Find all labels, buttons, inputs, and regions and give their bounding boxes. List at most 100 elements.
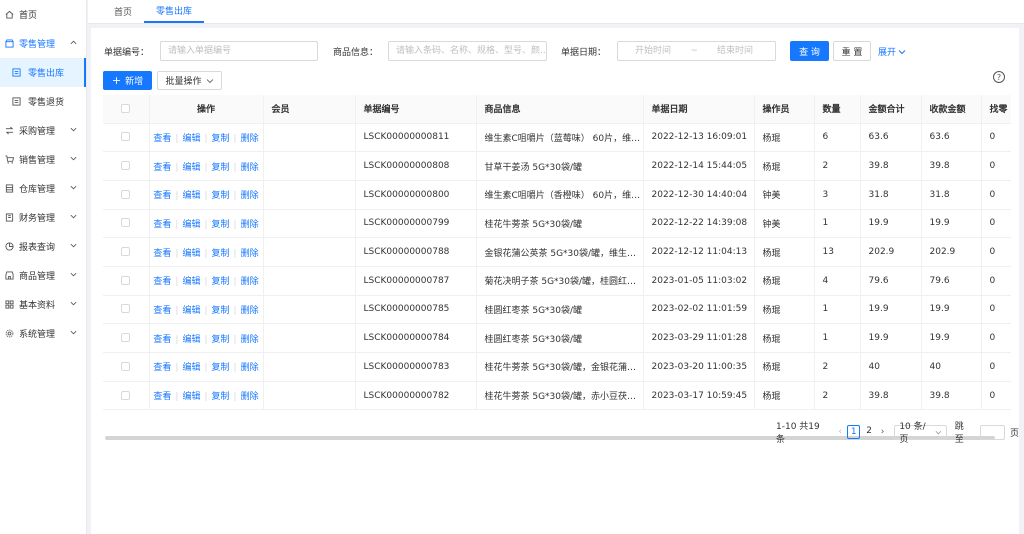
expand-link[interactable]: 展开	[878, 45, 906, 58]
view-link[interactable]: 查看	[153, 134, 171, 144]
copy-link[interactable]: 复制	[212, 220, 230, 230]
row-checkbox[interactable]	[103, 180, 150, 210]
tab-home[interactable]: 首页	[102, 0, 144, 23]
sidebar-item-basic[interactable]: 基本资料	[0, 290, 86, 319]
table-row[interactable]: 查看 | 编辑 | 复制 | 删除 LSCK00000000799 桂花牛蒡茶 5G*30袋/罐…	[103, 209, 1011, 239]
sidebar-item-goods[interactable]: 商品管理	[0, 261, 86, 290]
delete-link[interactable]: 删除	[241, 249, 259, 259]
query-button[interactable]: 查 询	[790, 41, 829, 61]
row-checkbox[interactable]	[103, 295, 150, 325]
column-header: 操作	[149, 95, 264, 124]
edit-link[interactable]: 编辑	[182, 335, 200, 345]
cell-paid: 19.9	[921, 295, 982, 325]
select-all-checkbox[interactable]	[103, 95, 150, 124]
delete-link[interactable]: 删除	[241, 191, 259, 201]
row-checkbox[interactable]	[103, 266, 150, 296]
edit-link[interactable]: 编辑	[182, 306, 200, 316]
view-link[interactable]: 查看	[153, 306, 171, 316]
date-end: 结束时间	[716, 46, 753, 56]
delete-link[interactable]: 删除	[241, 163, 259, 173]
delete-link[interactable]: 删除	[241, 363, 259, 373]
sidebar-item-purchase[interactable]: 采购管理	[0, 116, 86, 145]
copy-link[interactable]: 复制	[212, 134, 230, 144]
edit-link[interactable]: 编辑	[182, 191, 200, 201]
edit-link[interactable]: 编辑	[182, 277, 200, 287]
edit-link[interactable]: 编辑	[182, 392, 200, 402]
delete-link[interactable]: 删除	[241, 134, 259, 144]
row-checkbox[interactable]	[103, 237, 150, 267]
row-checkbox[interactable]	[103, 323, 150, 353]
row-checkbox[interactable]	[103, 381, 150, 411]
edit-link[interactable]: 编辑	[182, 249, 200, 259]
row-checkbox[interactable]	[103, 123, 150, 153]
batch-operation-button[interactable]: 批量操作	[157, 71, 222, 90]
cell-no: LSCK00000000787	[355, 266, 477, 296]
copy-link[interactable]: 复制	[212, 335, 230, 345]
view-link[interactable]: 查看	[153, 249, 171, 259]
view-link[interactable]: 查看	[153, 220, 171, 230]
delete-link[interactable]: 删除	[241, 335, 259, 345]
prev-page-icon[interactable]: ‹	[834, 427, 845, 437]
sidebar-item-finance[interactable]: 财务管理	[0, 203, 86, 232]
chevron-down-icon	[70, 156, 77, 161]
table-row[interactable]: 查看 | 编辑 | 复制 | 删除 LSCK00000000782 桂花牛蒡茶 5G*30袋/罐…	[103, 381, 1011, 411]
table-row[interactable]: 查看 | 编辑 | 复制 | 删除 LSCK00000000800 维生素C咀嚼片（香橙味） 6…	[103, 180, 1011, 210]
table-row[interactable]: 查看 | 编辑 | 复制 | 删除 LSCK00000000785 桂圆红枣茶 5G*30袋/罐…	[103, 295, 1011, 325]
table-row[interactable]: 查看 | 编辑 | 复制 | 删除 LSCK00000000783 桂花牛蒡茶 5G*30袋/罐…	[103, 352, 1011, 382]
table-row[interactable]: 查看 | 编辑 | 复制 | 删除 LSCK00000000808 甘草干姜汤 5G*30袋/罐…	[103, 151, 1011, 181]
delete-link[interactable]: 删除	[241, 306, 259, 316]
sidebar-item-retail-out[interactable]: 零售出库	[0, 58, 86, 87]
sidebar-item-home[interactable]: 首页	[0, 0, 86, 29]
date-range-picker[interactable]: 开始时间 ~ 结束时间	[617, 41, 776, 61]
sidebar-item-reports[interactable]: 报表查询	[0, 232, 86, 261]
table-row[interactable]: 查看 | 编辑 | 复制 | 删除 LSCK00000000811 维生素C咀嚼片（蓝莓味） 6…	[103, 123, 1011, 153]
expand-label: 展开	[878, 48, 897, 58]
view-link[interactable]: 查看	[153, 163, 171, 173]
sidebar-item-warehouse[interactable]: 仓库管理	[0, 174, 86, 203]
sidebar-item-system[interactable]: 系统管理	[0, 319, 86, 348]
cell-paid: 63.6	[921, 123, 982, 153]
view-link[interactable]: 查看	[153, 363, 171, 373]
row-checkbox[interactable]	[103, 352, 150, 382]
sidebar-item-sales[interactable]: 销售管理	[0, 145, 86, 174]
doc-no-input[interactable]: 请输入单据编号	[160, 41, 318, 61]
view-link[interactable]: 查看	[153, 392, 171, 402]
tab-retail-out[interactable]: 零售出库	[144, 0, 205, 23]
edit-link[interactable]: 编辑	[182, 163, 200, 173]
next-page-icon[interactable]: ›	[877, 427, 888, 437]
row-checkbox[interactable]	[103, 151, 150, 181]
copy-link[interactable]: 复制	[212, 306, 230, 316]
delete-link[interactable]: 删除	[241, 220, 259, 230]
page-size-select[interactable]: 10 条/页	[894, 422, 947, 445]
jump-page-input[interactable]	[980, 424, 1005, 440]
delete-link[interactable]: 删除	[241, 392, 259, 402]
copy-link[interactable]: 复制	[212, 363, 230, 373]
table-row[interactable]: 查看 | 编辑 | 复制 | 删除 LSCK00000000788 金银花蒲公英茶 5G*30袋…	[103, 237, 1011, 267]
edit-link[interactable]: 编辑	[182, 363, 200, 373]
copy-link[interactable]: 复制	[212, 191, 230, 201]
view-link[interactable]: 查看	[153, 335, 171, 345]
page-1-button[interactable]: 1	[846, 425, 861, 439]
copy-link[interactable]: 复制	[212, 163, 230, 173]
reset-button[interactable]: 重 置	[833, 41, 871, 61]
copy-link[interactable]: 复制	[212, 277, 230, 287]
add-button[interactable]: + 新增	[103, 71, 152, 90]
table-row[interactable]: 查看 | 编辑 | 复制 | 删除 LSCK00000000787 菊花决明子茶 5G*30袋/…	[103, 266, 1011, 296]
sidebar-item-retail-return[interactable]: 零售退货	[0, 87, 86, 116]
view-link[interactable]: 查看	[153, 277, 171, 287]
edit-link[interactable]: 编辑	[182, 220, 200, 230]
goods-info-input[interactable]: 请输入条码、名称、规格、型号、颜...	[388, 41, 547, 61]
help-icon[interactable]: ?	[993, 71, 1005, 83]
row-checkbox[interactable]	[103, 209, 150, 239]
row-actions: 查看 | 编辑 | 复制 | 删除	[149, 352, 264, 382]
view-link[interactable]: 查看	[153, 191, 171, 201]
cell-qty: 13	[814, 237, 861, 267]
sidebar-item-retail[interactable]: 零售管理	[0, 29, 86, 58]
sidebar-item-label: 财务管理	[19, 214, 56, 224]
table-row[interactable]: 查看 | 编辑 | 复制 | 删除 LSCK00000000784 桂圆红枣茶 5G*30袋/罐…	[103, 323, 1011, 353]
delete-link[interactable]: 删除	[241, 277, 259, 287]
copy-link[interactable]: 复制	[212, 392, 230, 402]
page-2-button[interactable]: 2	[862, 425, 875, 439]
copy-link[interactable]: 复制	[212, 249, 230, 259]
edit-link[interactable]: 编辑	[182, 134, 200, 144]
